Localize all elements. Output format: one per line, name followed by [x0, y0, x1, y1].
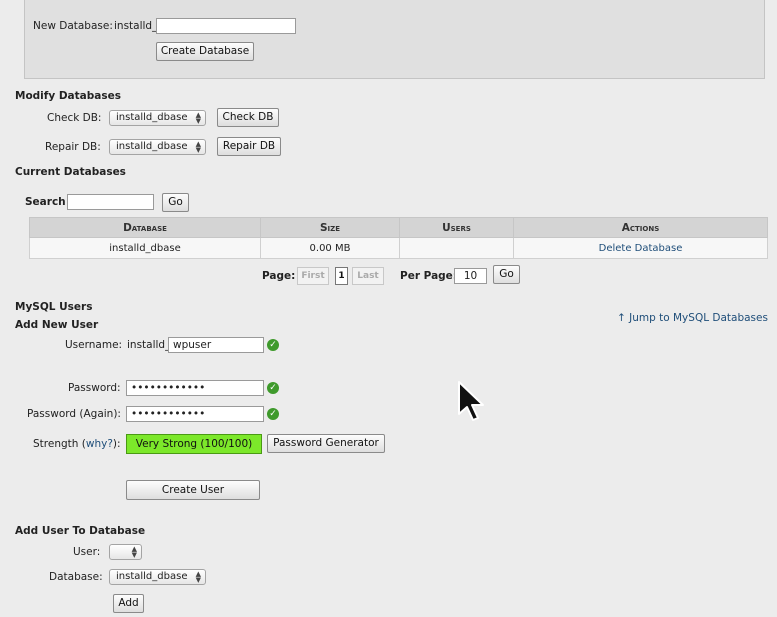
- username-label: Username:: [65, 339, 123, 351]
- create-user-button[interactable]: Create User: [126, 480, 260, 500]
- database-selected: installd_dbase: [116, 571, 188, 582]
- password-again-input[interactable]: ••••••••••••: [126, 406, 264, 422]
- delete-database-link[interactable]: Delete Database: [513, 237, 768, 259]
- search-go-button[interactable]: Go: [162, 193, 189, 212]
- strength-label-suffix: ):: [112, 438, 121, 450]
- repair-db-label: Repair DB:: [45, 141, 101, 153]
- cell-database: installd_dbase: [29, 237, 261, 259]
- mouse-cursor-icon: [458, 381, 484, 421]
- column-users: Users: [399, 217, 514, 238]
- valid-check-icon: ✓: [267, 339, 279, 351]
- databases-table: Database Size Users Actions installd_dba…: [29, 217, 768, 259]
- column-database: Database: [29, 217, 261, 238]
- repair-db-button[interactable]: Repair DB: [217, 137, 281, 156]
- strength-label-text: Strength (: [33, 438, 86, 450]
- first-page-button[interactable]: First: [297, 267, 329, 285]
- per-page-input[interactable]: 10: [454, 268, 487, 284]
- select-arrows-icon: ▲ ▼: [195, 570, 201, 584]
- password-strength-meter: Very Strong (100/100): [126, 434, 262, 454]
- valid-check-icon: ✓: [267, 382, 279, 394]
- new-database-label: New Database:: [33, 20, 113, 32]
- create-database-panel: [24, 0, 765, 79]
- modify-databases-heading: Modify Databases: [15, 90, 121, 102]
- username-input[interactable]: wpuser: [168, 337, 264, 353]
- cell-users: [399, 237, 514, 259]
- database-label: Database:: [49, 571, 103, 583]
- up-arrow-icon: ↑: [617, 312, 630, 324]
- table-row: installd_dbase 0.00 MB Delete Database: [29, 237, 768, 259]
- last-page-button[interactable]: Last: [352, 267, 384, 285]
- user-label: User:: [73, 546, 101, 558]
- user-select[interactable]: ▲ ▼: [109, 544, 142, 560]
- check-db-label: Check DB:: [47, 112, 102, 124]
- repair-db-select[interactable]: installd_dbase ▲ ▼: [109, 139, 206, 155]
- strength-label: Strength (why?):: [33, 438, 121, 450]
- page-label: Page:: [262, 270, 296, 282]
- cell-size: 0.00 MB: [260, 237, 400, 259]
- why-link[interactable]: why?: [86, 438, 113, 450]
- per-page-go-button[interactable]: Go: [493, 265, 520, 284]
- add-new-user-heading: Add New User: [15, 319, 99, 331]
- jump-link-label: Jump to MySQL Databases: [629, 312, 768, 324]
- select-arrows-icon: ▲ ▼: [195, 140, 201, 154]
- create-database-button[interactable]: Create Database: [156, 42, 254, 61]
- per-page-label: Per Page:: [400, 270, 457, 282]
- column-size: Size: [260, 217, 400, 238]
- jump-to-databases-link[interactable]: ↑ Jump to MySQL Databases: [617, 312, 768, 324]
- new-database-prefix: installd_: [114, 20, 158, 32]
- select-arrows-icon: ▲ ▼: [195, 111, 201, 125]
- column-actions: Actions: [513, 217, 768, 238]
- password-generator-button[interactable]: Password Generator: [267, 434, 385, 453]
- username-prefix: installd_: [127, 339, 171, 351]
- new-database-input[interactable]: [156, 18, 296, 34]
- check-db-select[interactable]: installd_dbase ▲ ▼: [109, 110, 206, 126]
- table-header-row: Database Size Users Actions: [29, 217, 768, 238]
- add-user-to-database-heading: Add User To Database: [15, 525, 146, 537]
- password-input[interactable]: ••••••••••••: [126, 380, 264, 396]
- password-label: Password:: [68, 382, 121, 394]
- check-db-button[interactable]: Check DB: [217, 108, 279, 127]
- add-button[interactable]: Add: [113, 594, 144, 613]
- check-db-selected: installd_dbase: [116, 112, 188, 123]
- password-again-label: Password (Again):: [27, 408, 121, 420]
- current-databases-heading: Current Databases: [15, 166, 126, 178]
- select-arrows-icon: ▲ ▼: [131, 545, 137, 559]
- valid-check-icon: ✓: [267, 408, 279, 420]
- database-select[interactable]: installd_dbase ▲ ▼: [109, 569, 206, 585]
- current-page-number[interactable]: 1: [335, 267, 348, 285]
- search-input[interactable]: [67, 194, 154, 210]
- mysql-users-heading: MySQL Users: [15, 301, 93, 313]
- search-label: Search: [25, 196, 66, 208]
- repair-db-selected: installd_dbase: [116, 141, 188, 152]
